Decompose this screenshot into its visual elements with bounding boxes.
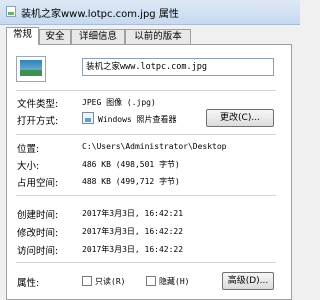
disk-size-value: 488 KB (499,712 字节) — [82, 177, 180, 186]
modified-value: 2017年3月3日, 16:42:22 — [82, 227, 184, 236]
file-name-input[interactable]: 装机之家www.lotpc.com.jpg — [82, 58, 274, 76]
tab-general[interactable]: 常规 — [6, 27, 39, 45]
hidden-checkbox[interactable] — [146, 276, 156, 286]
image-file-icon — [16, 56, 46, 82]
created-label: 创建时间: — [17, 210, 59, 221]
divider — [16, 195, 276, 196]
window-title: 装机之家www.lotpc.com.jpg 属性 — [21, 9, 179, 20]
size-label: 大小: — [17, 161, 40, 172]
location-value: C:\Users\Administrator\Desktop — [82, 142, 227, 151]
tab-details[interactable]: 详细信息 — [71, 29, 125, 44]
divider — [16, 262, 276, 263]
change-button[interactable]: 更改(C)... — [206, 109, 274, 127]
modified-label: 修改时间: — [17, 228, 59, 239]
divider — [16, 134, 276, 135]
photo-viewer-icon — [82, 112, 94, 124]
opens-with-label: 打开方式: — [17, 116, 59, 127]
disk-size-label: 占用空间: — [17, 178, 59, 189]
attributes-label: 属性: — [17, 278, 40, 289]
readonly-label[interactable]: 只读(R) — [95, 276, 125, 287]
tab-previous-versions[interactable]: 以前的版本 — [125, 29, 191, 44]
accessed-label: 访问时间: — [17, 246, 59, 257]
advanced-button[interactable]: 高级(D)... — [222, 272, 274, 290]
tab-security[interactable]: 安全 — [39, 29, 71, 44]
file-type-label: 文件类型: — [17, 99, 59, 110]
divider — [16, 90, 276, 91]
file-type-value: JPEG 图像 (.jpg) — [82, 98, 156, 107]
image-file-icon — [6, 6, 16, 17]
opens-with-value: Windows 照片查看器 — [98, 115, 177, 124]
hidden-label[interactable]: 隐藏(H) — [159, 276, 189, 287]
readonly-checkbox[interactable] — [82, 276, 92, 286]
location-label: 位置: — [17, 144, 40, 155]
created-value: 2017年3月3日, 16:42:21 — [82, 209, 184, 218]
accessed-value: 2017年3月3日, 16:42:22 — [82, 245, 184, 254]
size-value: 486 KB (498,501 字节) — [82, 160, 180, 169]
